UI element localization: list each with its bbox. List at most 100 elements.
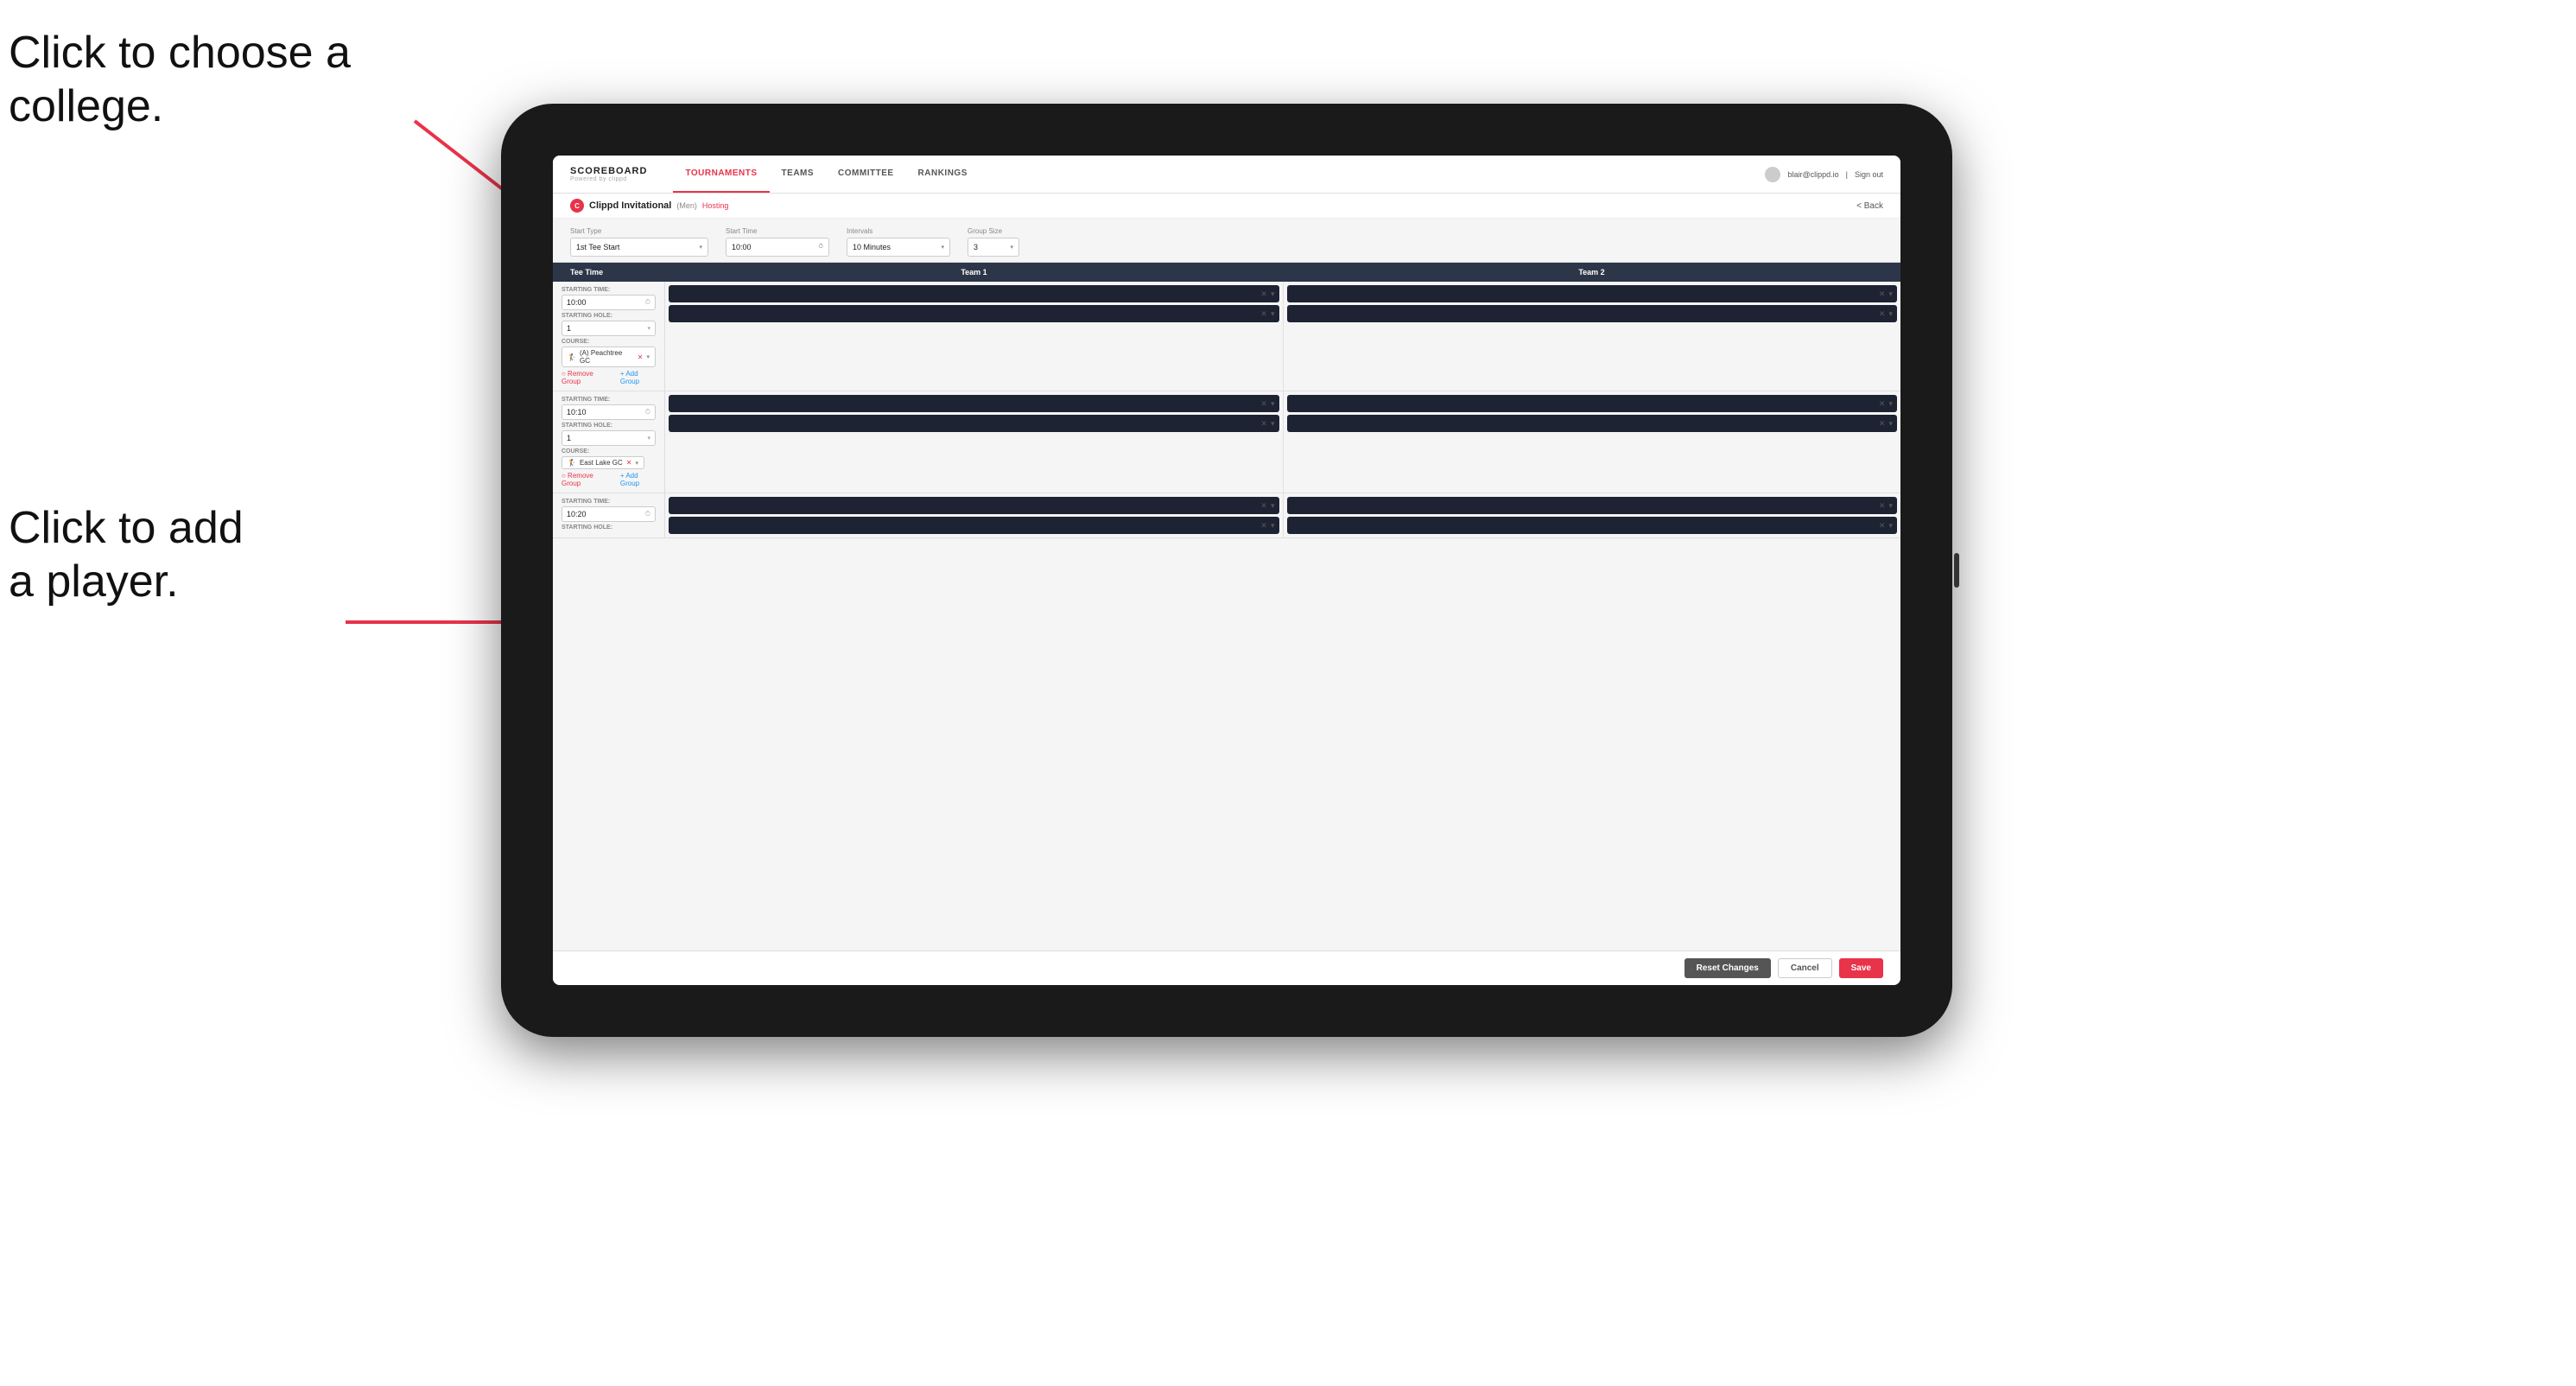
form-area: Start Type 1st Tee Start ▾ Start Time 10… <box>553 219 1900 263</box>
group-size-select[interactable]: 3 ▾ <box>968 238 1019 257</box>
remove-course-1[interactable]: ✕ <box>638 353 644 361</box>
tab-tournaments[interactable]: TOURNAMENTS <box>673 156 769 193</box>
team2-section-2: ✕ ▾ ✕ ▾ <box>1284 391 1901 493</box>
sub-header: C Clippd Invitational (Men) Hosting < Ba… <box>553 194 1900 219</box>
remove-group-1[interactable]: ○ Remove Group <box>562 370 610 385</box>
starting-time-label-1: STARTING TIME: <box>562 287 656 293</box>
starting-time-input-2[interactable]: 10:10 ⏱ <box>562 404 656 420</box>
course-icon-2: 🏌 <box>568 459 576 467</box>
reset-changes-button[interactable]: Reset Changes <box>1685 958 1771 978</box>
col-header-tee-time: Tee Time <box>553 268 665 277</box>
tab-teams[interactable]: TEAMS <box>770 156 827 193</box>
group-right-2: ✕ ▾ ✕ ▾ ✕ ▾ <box>665 391 1900 493</box>
chevron-down-icon-2: ▾ <box>941 244 944 251</box>
starting-time-label-2: STARTING TIME: <box>562 397 656 403</box>
chevron-icon: ▾ <box>1271 521 1275 531</box>
table-row: STARTING TIME: 10:20 ⏱ STARTING HOLE: ✕ … <box>553 493 1900 538</box>
table-header: Tee Time Team 1 Team 2 <box>553 263 1900 282</box>
footer-bar: Reset Changes Cancel Save <box>553 950 1900 985</box>
action-links-1: ○ Remove Group + Add Group <box>562 370 656 385</box>
chevron-icon: ▾ <box>1271 289 1275 299</box>
start-type-select[interactable]: 1st Tee Start ▾ <box>570 238 708 257</box>
start-type-group: Start Type 1st Tee Start ▾ <box>570 227 708 257</box>
tab-committee[interactable]: COMMITTEE <box>826 156 906 193</box>
group-left-1: STARTING TIME: 10:00 ⏱ STARTING HOLE: 1 … <box>553 282 665 391</box>
intervals-label: Intervals <box>847 227 950 235</box>
player-slot-3-1[interactable]: ✕ ▾ <box>669 395 1279 412</box>
course-icon-1: 🏌 <box>568 353 576 361</box>
course-tag-1[interactable]: 🏌 (A) Peachtree GC ✕ ▾ <box>562 346 656 367</box>
tab-rankings[interactable]: RANKINGS <box>906 156 980 193</box>
chevron-icon: ▾ <box>1888 399 1893 409</box>
group-right-3: ✕ ▾ ✕ ▾ ✕ ▾ <box>665 493 1900 537</box>
remove-course-2[interactable]: ✕ <box>626 459 632 467</box>
course-label-1: COURSE: <box>562 339 656 345</box>
tablet-frame: SCOREBOARD Powered by clippd TOURNAMENTS… <box>501 104 1952 1037</box>
chevron-icon: ▾ <box>1271 501 1275 511</box>
group-right-1: ✕ ▾ ✕ ▾ ✕ ▾ <box>665 282 1900 391</box>
close-icon: ✕ <box>1260 309 1267 319</box>
clock-icon-1: ⏱ <box>645 298 650 307</box>
starting-hole-label-2: STARTING HOLE: <box>562 423 656 429</box>
remove-group-2[interactable]: ○ Remove Group <box>562 472 610 487</box>
table-row: STARTING TIME: 10:10 ⏱ STARTING HOLE: 1 … <box>553 391 1900 493</box>
intervals-select[interactable]: 10 Minutes ▾ <box>847 238 950 257</box>
start-time-group: Start Time 10:00 ⏱ <box>726 227 829 257</box>
starting-time-input-1[interactable]: 10:00 ⏱ <box>562 295 656 310</box>
team1-section-3: ✕ ▾ ✕ ▾ <box>665 493 1284 537</box>
close-icon: ✕ <box>1879 521 1886 531</box>
player-slot-4-2[interactable]: ✕ ▾ <box>1287 415 1898 432</box>
add-group-1[interactable]: + Add Group <box>620 370 656 385</box>
cancel-button[interactable]: Cancel <box>1778 958 1832 978</box>
back-link[interactable]: < Back <box>1856 201 1883 211</box>
col-header-team2: Team 2 <box>1283 268 1900 277</box>
course-tag-2[interactable]: 🏌 East Lake GC ✕ ▾ <box>562 456 644 469</box>
tournament-name: Clippd Invitational <box>589 200 671 211</box>
player-slot-6-2[interactable]: ✕ ▾ <box>1287 517 1898 534</box>
action-links-2: ○ Remove Group + Add Group <box>562 472 656 487</box>
player-rows-1: ✕ ▾ ✕ ▾ ✕ ▾ <box>665 282 1900 391</box>
tablet-screen: SCOREBOARD Powered by clippd TOURNAMENTS… <box>553 156 1900 985</box>
close-icon: ✕ <box>1879 501 1886 511</box>
player-slot-5-1[interactable]: ✕ ▾ <box>669 497 1279 514</box>
group-left-3: STARTING TIME: 10:20 ⏱ STARTING HOLE: <box>553 493 665 537</box>
add-group-2[interactable]: + Add Group <box>620 472 656 487</box>
avatar <box>1765 167 1780 182</box>
player-slot-4-1[interactable]: ✕ ▾ <box>1287 395 1898 412</box>
table-row: STARTING TIME: 10:00 ⏱ STARTING HOLE: 1 … <box>553 282 1900 391</box>
chevron-icon: ▾ <box>1888 289 1893 299</box>
group-size-group: Group Size 3 ▾ <box>968 227 1019 257</box>
chevron-icon: ▾ <box>1888 419 1893 429</box>
close-icon: ✕ <box>1879 419 1886 429</box>
starting-hole-input-1[interactable]: 1 ▾ <box>562 321 656 336</box>
chevron-down-icon-3: ▾ <box>1010 244 1013 251</box>
close-icon: ✕ <box>1879 289 1886 299</box>
schedule-table: Tee Time Team 1 Team 2 STARTING TIME: 10… <box>553 263 1900 950</box>
sign-out-link[interactable]: Sign out <box>1855 170 1883 179</box>
clock-icon: ⏱ <box>819 244 823 251</box>
separator: | <box>1846 170 1848 179</box>
logo-title: SCOREBOARD <box>570 166 647 176</box>
clock-icon-2: ⏱ <box>645 408 650 416</box>
player-slot-3-2[interactable]: ✕ ▾ <box>669 415 1279 432</box>
chevron-icon: ▾ <box>1271 419 1275 429</box>
player-slot-1-1[interactable]: ✕ ▾ <box>669 285 1279 302</box>
player-slot-2-1[interactable]: ✕ ▾ <box>1287 285 1898 302</box>
player-rows-3: ✕ ▾ ✕ ▾ ✕ ▾ <box>665 493 1900 537</box>
nav-right: blair@clippd.io | Sign out <box>1765 167 1883 182</box>
annotation-add-player: Click to add a player. <box>9 501 244 609</box>
player-slot-5-2[interactable]: ✕ ▾ <box>669 517 1279 534</box>
close-icon: ✕ <box>1260 419 1267 429</box>
close-icon: ✕ <box>1260 399 1267 409</box>
close-icon: ✕ <box>1879 399 1886 409</box>
starting-time-input-3[interactable]: 10:20 ⏱ <box>562 506 656 522</box>
close-icon: ✕ <box>1879 309 1886 319</box>
player-slot-6-1[interactable]: ✕ ▾ <box>1287 497 1898 514</box>
player-slot-2-2[interactable]: ✕ ▾ <box>1287 305 1898 322</box>
annotation-choose-college: Click to choose a college. <box>9 26 351 134</box>
start-time-input[interactable]: 10:00 ⏱ <box>726 238 829 257</box>
player-slot-1-2[interactable]: ✕ ▾ <box>669 305 1279 322</box>
player-rows-2: ✕ ▾ ✕ ▾ ✕ ▾ <box>665 391 1900 493</box>
save-button[interactable]: Save <box>1839 958 1883 978</box>
starting-hole-input-2[interactable]: 1 ▾ <box>562 430 656 446</box>
